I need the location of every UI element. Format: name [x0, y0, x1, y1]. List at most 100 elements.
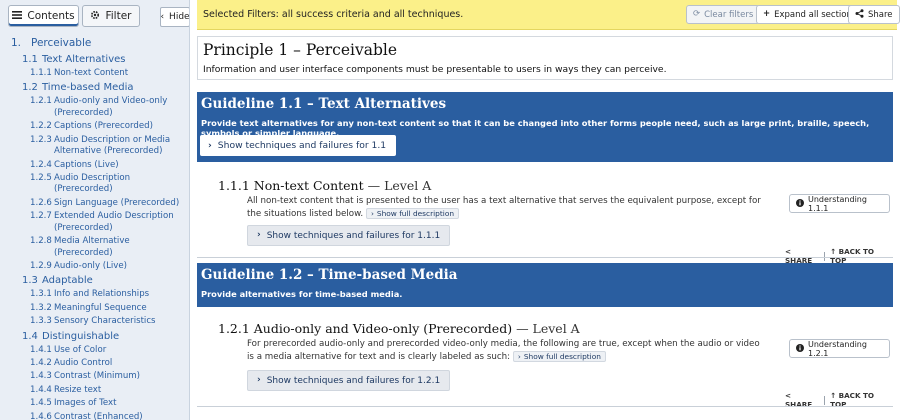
- toc-item-label: Adaptable: [42, 275, 93, 287]
- toc-item-1-1-1[interactable]: 1.1.1 Non-text Content: [0, 68, 189, 80]
- separator: [824, 251, 826, 261]
- toc-item-1-4-6[interactable]: 1.4.6 Contrast (Enhanced): [0, 412, 189, 420]
- toc-item-label: Time-based Media: [42, 82, 134, 94]
- toc-item-number: 1.2.4: [30, 159, 52, 170]
- section-divider: [197, 257, 893, 258]
- toc-item-1-4-3[interactable]: 1.4.3 Contrast (Minimum): [0, 371, 189, 383]
- toc-item-label: Extended Audio Description (Prerecorded): [54, 211, 174, 233]
- toc-item-1-3-1[interactable]: 1.3.1 Info and Relationships: [0, 289, 189, 301]
- share-label: Share: [868, 9, 893, 20]
- success-criterion-1-2-1: 1.2.1 Audio-only and Video-only (Prereco…: [218, 321, 890, 409]
- toc-item-1-4-2[interactable]: 1.4.2 Audio Control: [0, 358, 189, 370]
- toc-item-1-2-2[interactable]: 1.2.2 Captions (Prerecorded): [0, 121, 189, 133]
- toc-item-1-2[interactable]: 1.2 Time-based Media: [0, 81, 189, 94]
- clear-filters-label: Clear filters: [704, 9, 754, 20]
- share-icon: [855, 9, 864, 21]
- tab-filter-label: Filter: [105, 10, 132, 22]
- toc-item-1-2-4[interactable]: 1.2.4 Captions (Live): [0, 160, 189, 172]
- criterion-title-text: 1.2.1 Audio-only and Video-only (Prereco…: [218, 321, 513, 336]
- toc-item-1[interactable]: 1. Perceivable: [0, 36, 189, 50]
- toc-item-1-2-8[interactable]: 1.2.8 Media Alternative (Prerecorded): [0, 236, 189, 259]
- chevron-right-icon: ›: [517, 351, 521, 361]
- toc-item-1-2-6[interactable]: 1.2.6 Sign Language (Prerecorded): [0, 198, 189, 210]
- toc-item-number: 1.1.1: [30, 68, 52, 78]
- toc-item-number: 1.2.8: [30, 236, 52, 247]
- toc-item-label: Audio Description (Prerecorded): [54, 172, 131, 195]
- chevron-right-icon: ›: [208, 139, 212, 151]
- expand-all-label: Expand all sections: [774, 9, 857, 20]
- show-techniques-1-1-button[interactable]: › Show techniques and failures for 1.1: [200, 135, 397, 156]
- plus-icon: +: [763, 9, 771, 20]
- toc-item-label: Info and Relationships: [54, 289, 150, 300]
- gear-icon: [90, 10, 100, 23]
- toc-item-number: 1.4.5: [30, 398, 52, 409]
- separator: [824, 395, 826, 405]
- tab-filter[interactable]: Filter: [82, 5, 140, 27]
- toc-item-number: 1.2.1: [30, 96, 52, 107]
- guideline-title: Guideline 1.2 – Time-based Media: [201, 267, 458, 283]
- toc-item-number: 1.2.2: [30, 121, 52, 132]
- toc-item-label: Contrast (Enhanced): [54, 411, 143, 420]
- toc-item-label: Text Alternatives: [42, 54, 126, 65]
- criterion-level: — Level A: [367, 178, 432, 193]
- show-techniques-label: Show techniques and failures for 1.1: [217, 140, 387, 151]
- toc-item-label: Meaningful Sequence: [54, 302, 147, 313]
- understanding-1-2-1-button[interactable]: Understanding 1.2.1: [789, 339, 890, 358]
- toc-item-number: 1.3.2: [30, 302, 52, 313]
- share-link-label: SHARE: [785, 400, 813, 409]
- toc-item-number: 1.4.3: [30, 371, 52, 382]
- tab-contents-label: Contents: [27, 10, 75, 22]
- criterion-title: 1.1.1 Non-text Content — Level A: [218, 178, 890, 193]
- toc-item-1-4[interactable]: 1.4 Distinguishable: [0, 330, 189, 343]
- toc-item-1-2-5[interactable]: 1.2.5 Audio Description (Prerecorded): [0, 173, 189, 196]
- show-techniques-1-2-1-button[interactable]: › Show techniques and failures for 1.2.1: [247, 370, 451, 391]
- toc-item-1-4-1[interactable]: 1.4.1 Use of Color: [0, 345, 189, 357]
- tab-contents[interactable]: Contents: [8, 5, 79, 27]
- criterion-description: All non-text content that is presented t…: [247, 195, 767, 221]
- toc-item-number: 1.3.1: [30, 289, 52, 300]
- arrow-up-icon: ↑: [830, 391, 837, 400]
- toc-item-1-3-2[interactable]: 1.3.2 Meaningful Sequence: [0, 303, 189, 315]
- chevron-right-icon: ›: [257, 230, 261, 240]
- toc-item-label: Audio Control: [54, 357, 113, 368]
- toc-item-1-4-4[interactable]: 1.4.4 Resize text: [0, 385, 189, 397]
- toc-item-1-3[interactable]: 1.3 Adaptable: [0, 274, 189, 287]
- filter-bar: Selected Filters: all success criteria a…: [197, 0, 900, 30]
- toc-item-number: 1.2.7: [30, 211, 52, 222]
- table-of-contents: 1. Perceivable 1.1 Text Alternatives 1.1.1 No…: [0, 34, 189, 420]
- toc-item-label: Audio-only (Live): [54, 261, 128, 272]
- toc-item-1-2-9[interactable]: 1.2.9 Audio-only (Live): [0, 261, 189, 273]
- toc-item-label: Non-text Content: [54, 68, 129, 78]
- sidebar-tabs: Contents Filter ‹ Hide: [4, 5, 189, 29]
- toc-item-number: 1.: [11, 37, 22, 49]
- show-techniques-label: Show techniques and failures for 1.1.1: [266, 230, 441, 241]
- toc-item-1-4-5[interactable]: 1.4.5 Images of Text: [0, 398, 189, 410]
- toc-item-number: 1.3: [22, 275, 38, 287]
- toc-item-label: Audio Description or Media Alternative (…: [54, 134, 171, 157]
- toc-item-label: Audio-only and Video-only (Prerecorded): [54, 96, 168, 118]
- clear-filters-button[interactable]: ⟳ Clear filters: [686, 5, 761, 24]
- info-icon: [796, 198, 804, 209]
- show-full-description-button[interactable]: › Show full description: [365, 208, 460, 219]
- toc-item-label: Distinguishable: [42, 330, 120, 342]
- understanding-label: Understanding 1.2.1: [808, 339, 867, 358]
- toc-item-label: Media Alternative (Prerecorded): [54, 236, 130, 258]
- toc-item-number: 1.2.3: [30, 134, 52, 145]
- hide-sidebar-button[interactable]: ‹ Hide: [160, 7, 189, 27]
- toc-item-1-2-1[interactable]: 1.2.1 Audio-only and Video-only (Prerecor…: [0, 96, 189, 119]
- show-techniques-1-1-1-button[interactable]: › Show techniques and failures for 1.1.1: [247, 225, 451, 246]
- principle-description: Information and user interface component…: [203, 64, 667, 75]
- toc-item-number: 1.2: [22, 82, 38, 94]
- toc-item-1-2-3[interactable]: 1.2.3 Audio Description or Media Alternat…: [0, 135, 189, 158]
- principle-title: Principle 1 – Perceivable: [203, 41, 398, 59]
- show-full-description-button[interactable]: › Show full description: [512, 351, 606, 362]
- toc-item-1-2-7[interactable]: 1.2.7 Extended Audio Description (Prereco…: [0, 211, 189, 234]
- criterion-level: — Level A: [516, 321, 580, 336]
- share-icon: <: [785, 247, 792, 256]
- criterion-title: 1.2.1 Audio-only and Video-only (Prereco…: [218, 321, 890, 336]
- toc-item-1-1[interactable]: 1.1 Text Alternatives: [0, 53, 189, 66]
- understanding-1-1-1-button[interactable]: Understanding 1.1.1: [789, 194, 890, 213]
- chevron-right-icon: ›: [370, 208, 374, 218]
- share-button[interactable]: Share: [848, 5, 900, 24]
- toc-item-1-3-3[interactable]: 1.3.3 Sensory Characteristics: [0, 316, 189, 328]
